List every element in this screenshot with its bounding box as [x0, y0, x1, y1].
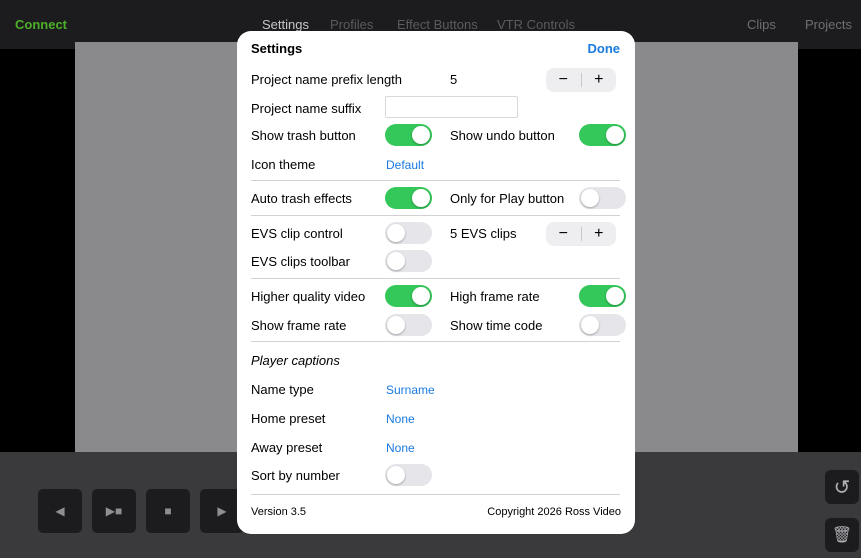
undo-button[interactable]: ↺	[825, 470, 859, 504]
name-type-label: Name type	[251, 382, 314, 397]
divider	[251, 341, 620, 342]
divider	[251, 215, 620, 216]
player-captions-header: Player captions	[251, 353, 340, 368]
clips-button[interactable]: Clips	[747, 17, 776, 32]
toggle-knob	[412, 189, 430, 207]
home-preset-label: Home preset	[251, 411, 326, 426]
show-trash-toggle[interactable]	[385, 124, 432, 146]
evs-clips-label: 5 EVS clips	[450, 226, 517, 241]
done-button[interactable]: Done	[588, 41, 621, 56]
prefix-length-stepper[interactable]: − +	[546, 68, 616, 92]
decrement-button[interactable]: −	[546, 68, 581, 92]
projects-button[interactable]: Projects	[805, 17, 852, 32]
tab-vtr-controls[interactable]: VTR Controls	[497, 17, 575, 32]
evs-toolbar-toggle[interactable]	[385, 250, 432, 272]
suffix-label: Project name suffix	[251, 101, 362, 116]
next-icon: ▶	[217, 504, 227, 518]
name-type-picker[interactable]: Surname	[386, 383, 435, 397]
icon-theme-picker[interactable]: Default	[386, 158, 424, 172]
evs-toolbar-label: EVS clips toolbar	[251, 254, 350, 269]
hq-video-toggle[interactable]	[385, 285, 432, 307]
show-trash-label: Show trash button	[251, 128, 356, 143]
home-preset-picker[interactable]: None	[386, 412, 415, 426]
evs-clip-control-toggle[interactable]	[385, 222, 432, 244]
toggle-knob	[412, 126, 430, 144]
tab-profiles[interactable]: Profiles	[330, 17, 373, 32]
toggle-knob	[387, 316, 405, 334]
trash-button[interactable]: 🗑	[825, 518, 859, 552]
divider	[251, 494, 620, 495]
evs-clips-stepper[interactable]: − +	[546, 222, 616, 246]
connect-button[interactable]: Connect	[15, 17, 67, 32]
tab-effect-buttons[interactable]: Effect Buttons	[397, 17, 478, 32]
evs-clip-control-label: EVS clip control	[251, 226, 343, 241]
prefix-length-value: 5	[450, 72, 458, 87]
icon-theme-label: Icon theme	[251, 157, 316, 172]
suffix-input[interactable]	[385, 96, 518, 118]
increment-button[interactable]: +	[581, 68, 616, 92]
show-timecode-label: Show time code	[450, 318, 543, 333]
away-preset-picker[interactable]: None	[386, 441, 415, 455]
toggle-knob	[387, 466, 405, 484]
auto-trash-label: Auto trash effects	[251, 191, 352, 206]
toggle-knob	[606, 287, 624, 305]
tab-settings[interactable]: Settings	[262, 17, 309, 32]
play-pause-icon: ▶■	[105, 504, 123, 518]
version-text: Version 3.5	[251, 506, 307, 518]
sort-number-label: Sort by number	[251, 468, 340, 483]
high-fps-label: High frame rate	[450, 289, 540, 304]
copyright-text: Copyright 2026 Ross Video	[487, 506, 621, 518]
previous-icon: ◀	[55, 504, 65, 518]
previous-button[interactable]: ◀	[38, 489, 82, 533]
undo-icon: ↺	[833, 476, 851, 499]
stop-icon: ■	[164, 504, 172, 518]
show-timecode-toggle[interactable]	[579, 314, 626, 336]
stop-button[interactable]: ■	[146, 489, 190, 533]
toggle-knob	[581, 189, 599, 207]
sort-number-toggle[interactable]	[385, 464, 432, 486]
show-undo-toggle[interactable]	[579, 124, 626, 146]
increment-button[interactable]: +	[581, 222, 616, 246]
divider	[251, 180, 620, 181]
toggle-knob	[606, 126, 624, 144]
toggle-knob	[387, 252, 405, 270]
only-play-toggle[interactable]	[579, 187, 626, 209]
divider	[251, 278, 620, 279]
show-undo-label: Show undo button	[450, 128, 555, 143]
high-fps-toggle[interactable]	[579, 285, 626, 307]
toggle-knob	[387, 224, 405, 242]
prefix-length-label: Project name prefix length	[251, 72, 403, 87]
decrement-button[interactable]: −	[546, 222, 581, 246]
toggle-knob	[581, 316, 599, 334]
show-fps-toggle[interactable]	[385, 314, 432, 336]
dialog-title: Settings	[251, 41, 303, 56]
trash-icon: 🗑	[831, 527, 853, 544]
settings-dialog: Settings Done Project name prefix length…	[237, 31, 635, 534]
hq-video-label: Higher quality video	[251, 289, 366, 304]
show-fps-label: Show frame rate	[251, 318, 347, 333]
auto-trash-toggle[interactable]	[385, 187, 432, 209]
only-play-label: Only for Play button	[450, 191, 565, 206]
play-pause-button[interactable]: ▶■	[92, 489, 136, 533]
away-preset-label: Away preset	[251, 440, 323, 455]
toggle-knob	[412, 287, 430, 305]
